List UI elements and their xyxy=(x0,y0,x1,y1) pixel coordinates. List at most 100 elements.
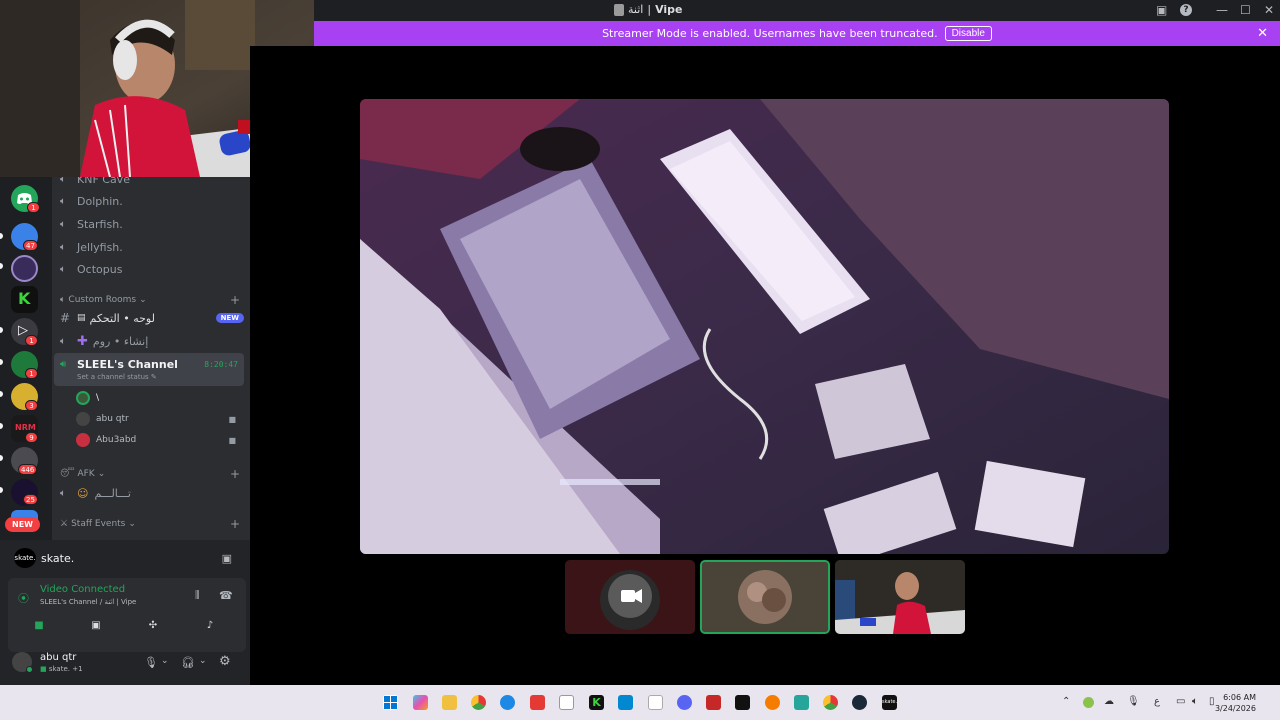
copilot-icon[interactable] xyxy=(413,695,428,710)
language-indicator[interactable]: ع xyxy=(1154,696,1160,707)
battery-icon[interactable]: ▯ xyxy=(1209,696,1215,707)
activity-row[interactable]: skate. skate. ▣ xyxy=(14,548,236,568)
server-icon[interactable]: K xyxy=(11,286,38,313)
plus-icon: ✚ xyxy=(77,333,88,349)
gear-icon[interactable]: ⚙ xyxy=(219,654,231,669)
video-thumbnail-active[interactable] xyxy=(700,560,830,634)
steam-icon[interactable] xyxy=(852,695,867,710)
camera-icon: ■ xyxy=(228,414,236,424)
chevron-up-icon[interactable]: ⌃ xyxy=(1062,696,1070,707)
server-icon[interactable]: ▷ 1 xyxy=(11,318,38,346)
network-icon[interactable]: ▭ xyxy=(1176,696,1185,707)
app-icon[interactable] xyxy=(530,695,545,710)
server-icon[interactable]: 47 xyxy=(11,223,38,251)
app-icon[interactable] xyxy=(794,695,809,710)
cloud-icon[interactable]: ☁ xyxy=(1104,696,1114,707)
skate-icon[interactable]: skate. xyxy=(882,695,897,710)
chrome-icon[interactable] xyxy=(471,695,486,710)
controller-icon: ■ xyxy=(40,665,47,673)
inbox-icon[interactable]: ▣ xyxy=(1156,3,1167,17)
edge-icon[interactable] xyxy=(500,695,515,710)
skate-logo: skate. xyxy=(14,548,36,568)
disconnect-icon[interactable]: ☎ xyxy=(219,589,233,602)
camera-icon: ■ xyxy=(34,620,44,631)
server-badge: 1 xyxy=(27,202,40,213)
microphone-icon[interactable]: 🎙︎ xyxy=(144,656,158,669)
voice-channel[interactable]: 🔈︎ Starfish. xyxy=(52,214,250,234)
minimize-icon[interactable]: — xyxy=(1216,3,1228,17)
channel-status[interactable]: Set a channel status ✎ xyxy=(77,373,157,381)
afk-channel[interactable]: 🔈︎ ☺ تـــالـــم xyxy=(52,483,250,503)
main-video-feed[interactable] xyxy=(360,99,1169,554)
voice-user[interactable]: abu qtr ■ xyxy=(76,410,242,428)
server-icon[interactable]: 25 xyxy=(11,479,38,506)
voice-channel[interactable]: 🔈︎ Octopus xyxy=(52,259,250,279)
server-icon[interactable]: 1 xyxy=(11,351,38,379)
discord-app: اثنة | Vipe ▣ ? — ☐ ✕ Streamer Mode is e… xyxy=(0,0,1280,720)
discord-icon[interactable] xyxy=(677,695,692,710)
clock[interactable]: 6:06 AM 3/24/2026 xyxy=(1215,692,1256,714)
activities-button[interactable]: ✣ xyxy=(127,616,179,635)
speaker-icon: 🔊︎ xyxy=(60,358,67,370)
category-staff-events[interactable]: ⚔ Staff Events ⌄ + xyxy=(60,517,242,531)
voice-channel[interactable]: 🔈︎ Jellyfish. xyxy=(52,237,250,257)
active-channel-title[interactable]: 🔊︎ SLEEL's Channel 8:20:47 xyxy=(52,354,250,374)
create-channel-icon[interactable]: + xyxy=(230,293,240,307)
notepad-icon[interactable] xyxy=(648,695,663,710)
close-window-icon[interactable]: ✕ xyxy=(1264,3,1274,17)
avatar[interactable] xyxy=(12,652,33,673)
app-icon[interactable] xyxy=(706,695,721,710)
soundboard-button[interactable]: ♪ xyxy=(184,616,236,635)
file-explorer-icon[interactable] xyxy=(442,695,457,710)
speaker-icon: 🔈︎ xyxy=(60,218,66,230)
voice-user[interactable]: \ xyxy=(76,389,242,407)
disable-streamer-mode-button[interactable]: Disable xyxy=(944,26,992,41)
signal-icon[interactable]: ⦿ xyxy=(18,590,29,606)
server-icon[interactable] xyxy=(11,255,38,282)
category-afk[interactable]: 😴︎ AFK ⌄ + xyxy=(60,467,242,481)
window-title-name: Vipe xyxy=(655,3,683,16)
tiktok-icon[interactable] xyxy=(735,695,750,710)
share-screen-button[interactable]: ▣ xyxy=(70,616,122,635)
help-icon[interactable]: ? xyxy=(1180,4,1192,16)
create-channel-icon[interactable]: + xyxy=(230,467,240,481)
create-channel-icon[interactable]: + xyxy=(230,517,240,531)
chrome-icon[interactable] xyxy=(823,695,838,710)
maximize-icon[interactable]: ☐ xyxy=(1240,3,1251,17)
headphones-icon[interactable]: 🎧︎ xyxy=(181,656,195,669)
connection-status: Video Connected xyxy=(40,584,126,595)
voice-user[interactable]: Abu3abd ■ xyxy=(76,431,242,449)
tray-app-icon[interactable] xyxy=(1083,697,1094,708)
connection-channel[interactable]: SLEEL's Channel / اثنة | Vipe xyxy=(40,598,136,606)
start-icon[interactable] xyxy=(383,695,398,710)
chevron-down-icon[interactable]: ⌄ xyxy=(199,656,207,666)
voice-channel[interactable]: 🔈︎ KNF Cave xyxy=(52,177,250,189)
server-badge: 1 xyxy=(25,335,38,346)
app-icon[interactable] xyxy=(765,695,780,710)
category-custom-rooms[interactable]: 🔈︎ Custom Rooms ⌄ + xyxy=(60,293,242,307)
video-button[interactable]: ■ xyxy=(13,616,65,635)
microphone-icon[interactable]: 🎙︎ xyxy=(1127,696,1140,707)
server-icon xyxy=(614,3,624,16)
video-thumbnail[interactable] xyxy=(835,560,965,634)
streamer-mode-banner: Streamer Mode is enabled. Usernames have… xyxy=(314,21,1280,46)
kick-icon[interactable]: K xyxy=(589,695,604,710)
server-icon[interactable]: NRM 9 xyxy=(11,415,38,443)
server-icon[interactable]: 446 xyxy=(11,447,38,475)
noise-suppression-icon[interactable]: ⫼ xyxy=(195,590,200,601)
soundboard-icon: ♪ xyxy=(206,620,214,631)
video-thumbnail[interactable] xyxy=(565,560,695,634)
volume-icon[interactable]: 🔈︎ xyxy=(1192,696,1198,707)
close-banner-icon[interactable]: ✕ xyxy=(1257,26,1268,41)
text-channel[interactable]: # ▤ لوحه • التحكم NEW xyxy=(52,308,250,328)
voice-channel[interactable]: 🔈︎ Dolphin. xyxy=(52,191,250,211)
store-icon[interactable] xyxy=(559,695,574,710)
direct-messages-icon[interactable]: 1 xyxy=(11,185,40,213)
new-unreads-pill[interactable]: NEW xyxy=(5,517,40,532)
server-badge: 47 xyxy=(23,240,38,251)
create-room-channel[interactable]: 🔈︎ ✚ إنشاء • روم xyxy=(52,331,250,351)
chevron-down-icon[interactable]: ⌄ xyxy=(161,656,169,666)
screen-share-icon[interactable]: ▣ xyxy=(222,552,232,565)
app-icon[interactable] xyxy=(618,695,633,710)
server-icon[interactable]: 3 xyxy=(11,383,38,411)
